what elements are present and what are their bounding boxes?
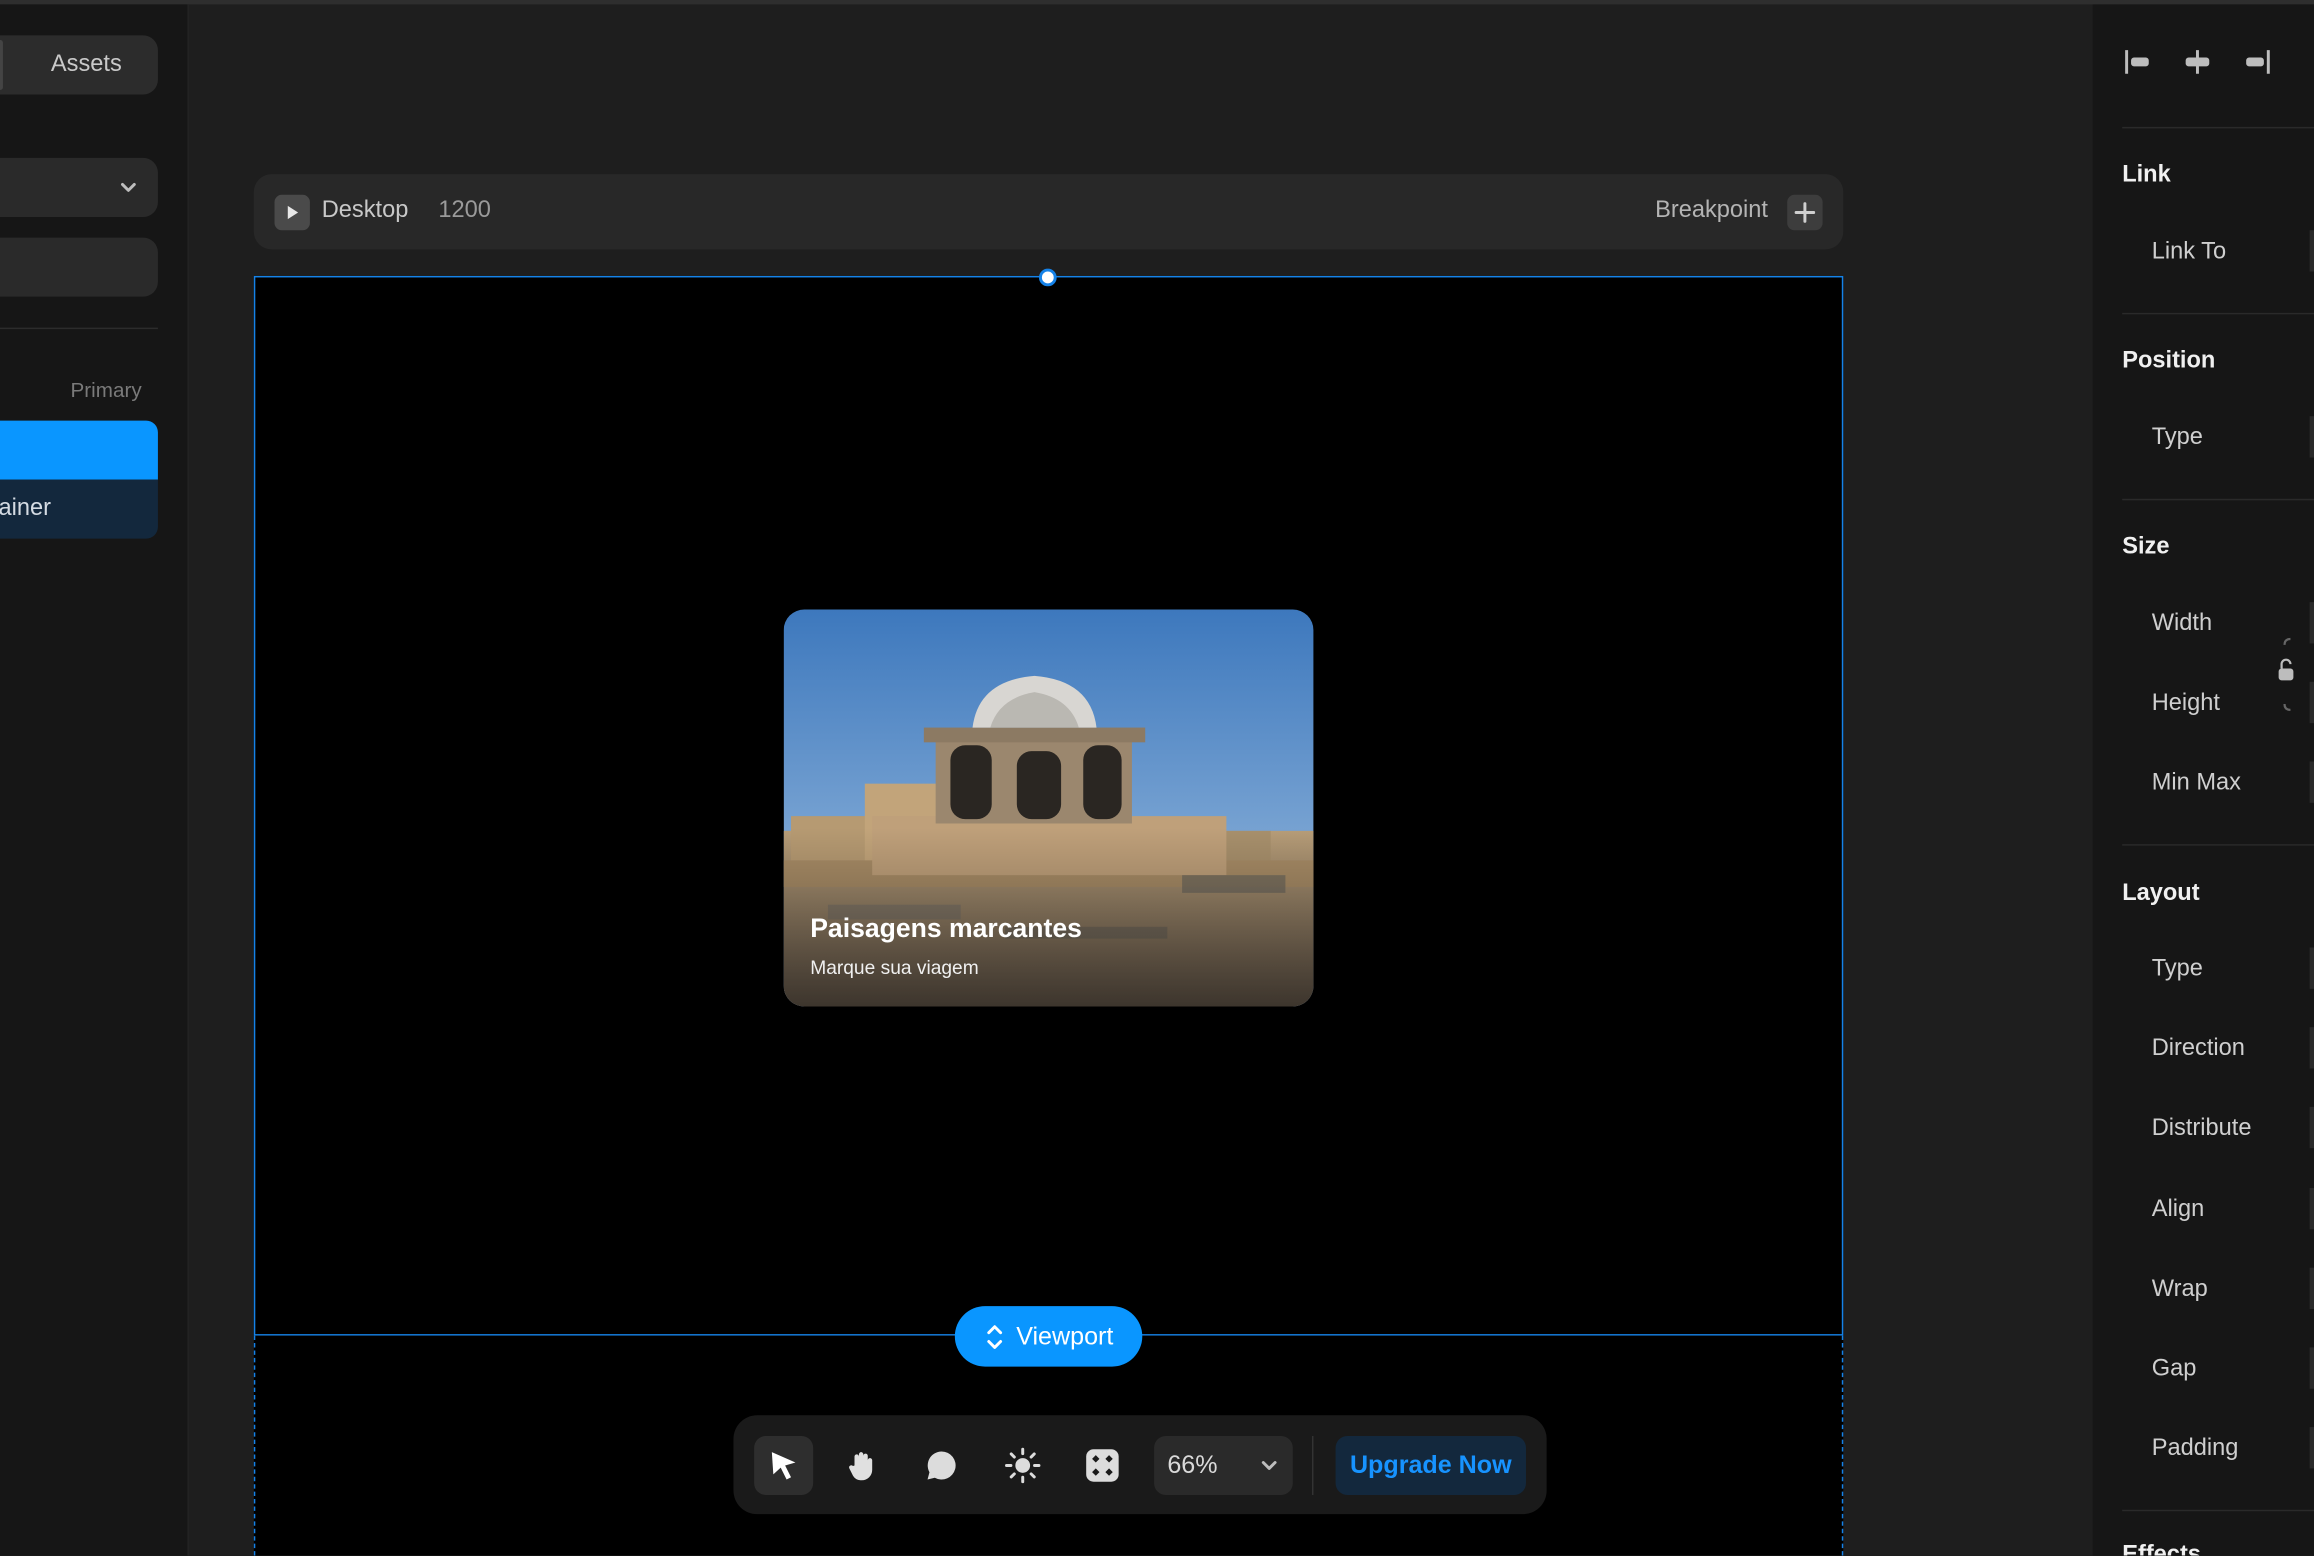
- components-tool-button[interactable]: [1073, 1436, 1132, 1495]
- alignment-controls: [2122, 46, 2273, 78]
- toolbar-divider: [1311, 1435, 1314, 1495]
- wrap-label: Wrap: [2151, 1276, 2208, 1302]
- align-right-icon[interactable]: [2240, 46, 2272, 78]
- layout-type-label: Type: [2151, 956, 2203, 982]
- gap-input[interactable]: [2309, 1347, 2314, 1389]
- properties-panel: Link Link To Position Type Size Width He…: [2092, 4, 2314, 1556]
- height-label: Height: [2151, 690, 2220, 716]
- viewport-resize-button[interactable]: Viewport: [954, 1306, 1143, 1367]
- divider: [2122, 126, 2314, 129]
- image-card[interactable]: Paisagens marcantes Marque sua viagem: [783, 609, 1314, 1007]
- assets-tab-label: Assets: [50, 51, 122, 77]
- lock-aspect-ratio-icon[interactable]: [2276, 633, 2297, 716]
- breakpoint-label[interactable]: Breakpoint: [1655, 198, 1768, 225]
- assets-tab[interactable]: Assets: [0, 35, 158, 95]
- divider: [2122, 498, 2314, 501]
- distribute-label: Distribute: [2151, 1115, 2252, 1141]
- plus-icon: [1794, 202, 1816, 223]
- breakpoint-name[interactable]: Desktop: [322, 198, 409, 225]
- align-center-icon[interactable]: [2181, 46, 2213, 78]
- upgrade-now-button[interactable]: Upgrade Now: [1335, 1435, 1526, 1495]
- padding-input[interactable]: [2309, 1427, 2314, 1469]
- width-input[interactable]: [2309, 602, 2314, 644]
- position-type-label: Type: [2151, 425, 2203, 451]
- layers-group-label: Primary: [70, 377, 142, 402]
- left-panel: Assets Primary ainer: [0, 4, 189, 1556]
- width-label: Width: [2151, 610, 2213, 637]
- preview-button[interactable]: [274, 194, 310, 231]
- size-section-title: Size: [2122, 534, 2170, 560]
- card-subtitle: Marque sua viagem: [810, 956, 979, 979]
- theme-tool-button[interactable]: [993, 1436, 1052, 1495]
- divider: [2122, 1509, 2314, 1512]
- divider: [0, 327, 158, 330]
- comment-icon: [927, 1451, 956, 1480]
- select-tool-button[interactable]: [754, 1435, 814, 1495]
- frame-resize-handle[interactable]: [1038, 268, 1057, 287]
- mausoleum-photo: [783, 609, 1314, 1007]
- page-select-dropdown[interactable]: [0, 157, 158, 217]
- zoom-value: 66%: [1167, 1450, 1218, 1479]
- align-input[interactable]: [2309, 1188, 2314, 1230]
- play-icon: [287, 205, 299, 220]
- link-to-label: Link To: [2151, 239, 2227, 265]
- effects-section-title: Effects: [2122, 1542, 2201, 1556]
- chevron-up-down-icon: [986, 1324, 1002, 1349]
- direction-label: Direction: [2151, 1036, 2245, 1062]
- padding-label: Padding: [2151, 1435, 2239, 1462]
- sun-icon: [1005, 1447, 1041, 1484]
- align-left-icon[interactable]: [2122, 46, 2154, 78]
- pointer-icon: [771, 1452, 796, 1480]
- gap-label: Gap: [2151, 1356, 2197, 1382]
- zoom-select[interactable]: 66%: [1154, 1435, 1293, 1495]
- divider: [2122, 844, 2314, 846]
- layer-item-selected[interactable]: [0, 420, 158, 480]
- components-icon: [1086, 1449, 1119, 1482]
- viewport-label: Viewport: [1016, 1321, 1114, 1350]
- layer-search-field[interactable]: [0, 237, 158, 297]
- comment-tool-button[interactable]: [912, 1436, 971, 1495]
- hand-icon: [849, 1452, 873, 1481]
- adjacent-tab-edge[interactable]: [0, 39, 3, 91]
- add-breakpoint-button[interactable]: [1787, 194, 1823, 231]
- align-label: Align: [2151, 1196, 2205, 1222]
- breakpoint-width: 1200: [438, 197, 491, 223]
- layer-item-container[interactable]: ainer: [0, 479, 158, 539]
- direction-input[interactable]: [2309, 1027, 2314, 1069]
- position-section-title: Position: [2122, 348, 2216, 374]
- breakpoint-bar: Desktop 1200 Breakpoint: [253, 174, 1844, 250]
- min-max-input[interactable]: [2309, 761, 2314, 803]
- distribute-input[interactable]: [2309, 1106, 2314, 1149]
- chevron-down-icon: [1261, 1461, 1277, 1470]
- link-section-title: Link: [2122, 162, 2171, 188]
- layout-type-input[interactable]: [2309, 947, 2314, 989]
- bottom-toolbar: 66% Upgrade Now: [733, 1415, 1547, 1515]
- position-type-input[interactable]: [2309, 416, 2314, 458]
- editor-window: Assets Primary ainer Desktop 1200 Breakp…: [0, 0, 2314, 1556]
- card-title: Paisagens marcantes: [810, 913, 1082, 944]
- wrap-input[interactable]: [2309, 1267, 2314, 1310]
- height-input[interactable]: [2309, 681, 2314, 724]
- top-border: [0, 0, 2314, 5]
- hand-tool-button[interactable]: [832, 1436, 891, 1495]
- min-max-label: Min Max: [2151, 770, 2241, 796]
- divider: [2122, 312, 2314, 315]
- layer-item-label: ainer: [0, 495, 52, 521]
- chevron-down-icon: [121, 182, 136, 192]
- layout-section-title: Layout: [2122, 881, 2200, 907]
- link-to-input[interactable]: [2309, 230, 2314, 272]
